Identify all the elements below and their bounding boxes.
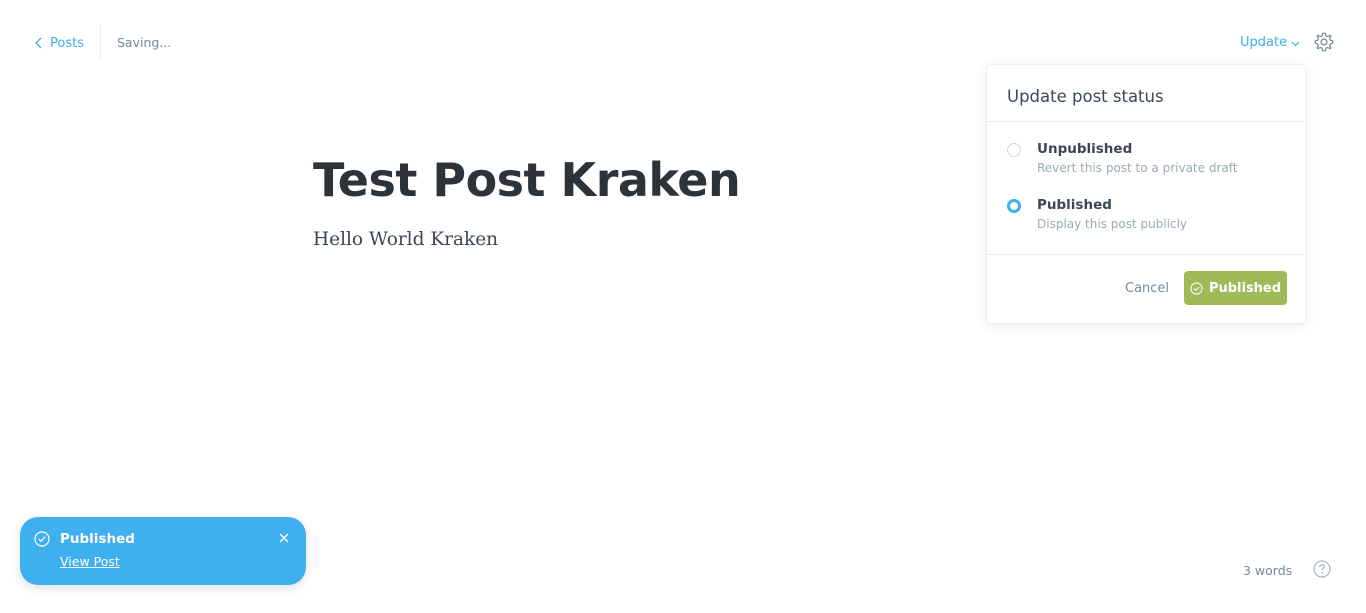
option-description: Revert this post to a private draft — [1037, 161, 1238, 175]
post-title[interactable]: Test Post Kraken — [313, 150, 741, 210]
option-label: Published — [1037, 197, 1112, 213]
option-label: Unpublished — [1037, 141, 1133, 157]
gear-icon[interactable] — [1313, 31, 1335, 53]
view-post-link[interactable]: View Post — [60, 554, 120, 569]
notification-title: Published — [60, 531, 135, 547]
check-circle-icon — [34, 531, 50, 547]
question-circle-icon[interactable] — [1313, 560, 1331, 578]
unpublished-radio[interactable] — [1007, 143, 1021, 157]
publish-confirm-button[interactable]: Published — [1184, 271, 1287, 305]
option-description: Display this post publicly — [1037, 217, 1188, 231]
publish-menu-title: Update post status — [1007, 87, 1164, 106]
post-body[interactable]: Hello World Kraken — [313, 229, 498, 250]
word-count: 3 words — [1243, 563, 1293, 578]
chevron-left-icon — [35, 37, 42, 49]
publish-confirm-label: Published — [1208, 280, 1282, 296]
publish-menu: Update post status Unpublished Revert th… — [986, 64, 1306, 324]
check-circle-icon — [1190, 281, 1203, 295]
cancel-button[interactable]: Cancel — [1125, 281, 1169, 296]
published-radio[interactable] — [1007, 199, 1021, 213]
chevron-down-icon — [1291, 41, 1300, 46]
update-button-label: Update — [1240, 35, 1288, 50]
published-notification: Published View Post — [20, 517, 306, 585]
save-status: Saving... — [117, 35, 172, 50]
publish-menu-header: Update post status — [987, 65, 1305, 122]
close-icon[interactable] — [278, 532, 290, 544]
publish-menu-divider — [987, 254, 1305, 255]
update-button[interactable]: Update — [1240, 35, 1300, 50]
back-link-label: Posts — [50, 35, 84, 51]
back-to-posts-link[interactable]: Posts — [34, 34, 84, 52]
header-divider — [100, 24, 101, 60]
